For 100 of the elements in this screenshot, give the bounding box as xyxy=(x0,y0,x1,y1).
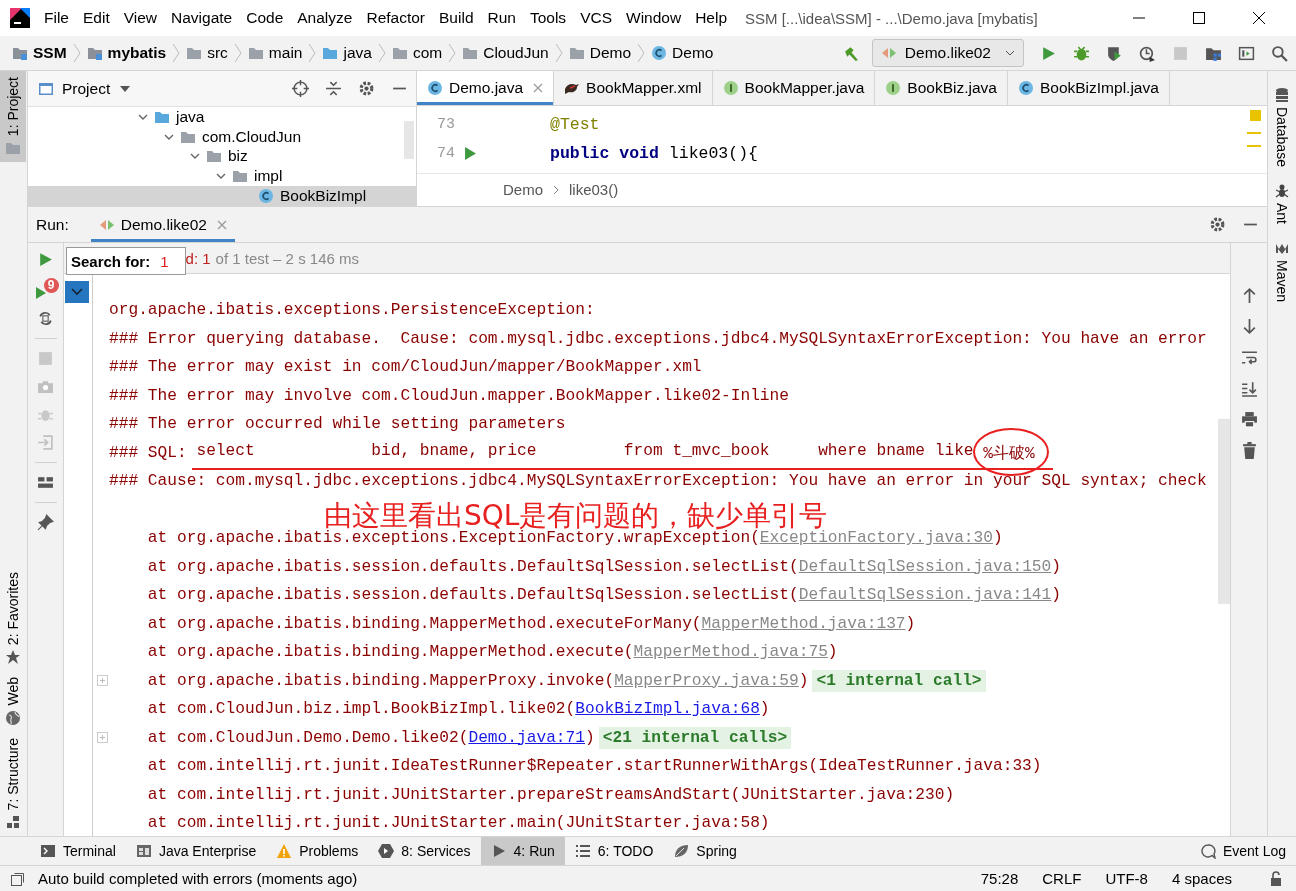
breadcrumb-item[interactable]: java xyxy=(322,44,372,62)
soft-wrap-icon[interactable] xyxy=(1240,349,1258,366)
menu-item[interactable]: Help xyxy=(695,9,728,27)
breadcrumb-item[interactable]: Demo xyxy=(503,181,543,199)
settings-icon[interactable] xyxy=(358,80,375,97)
delete-icon[interactable] xyxy=(1240,442,1258,459)
editor-tab[interactable]: BookMapper.xml xyxy=(554,71,713,106)
menu-item[interactable]: Build xyxy=(439,9,474,27)
tree-item[interactable]: com.CloudJun xyxy=(202,127,302,146)
tool-window-button[interactable]: Ant xyxy=(1274,180,1290,234)
rerun-icon[interactable] xyxy=(37,251,54,268)
warning-marker[interactable] xyxy=(1247,132,1261,135)
tool-window-button[interactable]: Database xyxy=(1274,85,1290,177)
tool-window-button[interactable]: Terminal xyxy=(30,837,126,865)
menu-item[interactable]: Tools xyxy=(529,9,567,27)
debug-icon[interactable] xyxy=(1073,44,1090,62)
editor-tab[interactable]: BookMapper.java xyxy=(712,71,876,106)
close-icon[interactable] xyxy=(1252,11,1266,25)
event-log-button[interactable]: Event Log xyxy=(1189,837,1296,865)
menu-item[interactable]: View xyxy=(123,9,158,27)
status-item[interactable]: 75:28 xyxy=(980,870,1019,887)
status-item[interactable]: CRLF xyxy=(1042,870,1082,887)
breadcrumb-item[interactable]: Demo xyxy=(651,44,714,62)
tool-window-button[interactable]: Web xyxy=(0,671,26,732)
source-link[interactable]: Demo.java:71 xyxy=(468,728,585,747)
breadcrumb-item[interactable]: like03() xyxy=(569,181,619,199)
layout-icon[interactable] xyxy=(1238,44,1255,62)
scrollbar[interactable] xyxy=(1218,419,1230,604)
panel-toggle-icon[interactable] xyxy=(10,870,26,887)
scroll-to-end-icon[interactable] xyxy=(1240,380,1258,397)
warning-marker[interactable] xyxy=(1250,110,1261,122)
breadcrumb-item[interactable]: com xyxy=(391,44,443,62)
maximize-icon[interactable] xyxy=(1192,11,1206,25)
source-link[interactable]: MapperMethod.java:137 xyxy=(701,614,906,633)
lock-icon[interactable] xyxy=(1268,870,1284,887)
scrollbar[interactable] xyxy=(404,121,414,159)
breadcrumb-item[interactable]: main xyxy=(247,44,303,62)
tool-window-button[interactable]: Java Enterprise xyxy=(125,837,267,865)
tool-window-button[interactable]: Spring xyxy=(663,837,747,865)
tool-window-button[interactable]: Problems xyxy=(266,837,369,865)
menu-item[interactable]: VCS xyxy=(580,9,612,27)
stack-frame: at org.apache.ibatis.session.defaults.DefaultSqlSession.selectList( xyxy=(109,557,799,576)
profiler-icon[interactable] xyxy=(1139,44,1156,62)
breadcrumb-item[interactable]: mybatis xyxy=(86,44,167,62)
menu-item[interactable]: Refactor xyxy=(366,9,426,27)
run-tab[interactable]: Demo.like02 xyxy=(90,207,235,242)
tree-item[interactable]: impl xyxy=(254,167,283,186)
breadcrumb-item[interactable]: CloudJun xyxy=(462,44,549,62)
target-icon[interactable] xyxy=(292,80,309,97)
run-gutter-icon[interactable] xyxy=(465,147,476,161)
coverage-icon[interactable] xyxy=(1106,44,1123,62)
layout-icon[interactable] xyxy=(37,474,54,491)
menu-item[interactable]: Edit xyxy=(83,9,110,27)
menu-item[interactable]: Code xyxy=(246,9,284,27)
pin-icon[interactable] xyxy=(37,514,54,531)
source-link[interactable]: MapperMethod.java:75 xyxy=(633,643,828,662)
tree-item[interactable]: biz xyxy=(228,147,248,166)
tool-window-button[interactable]: 6: TODO xyxy=(564,837,664,865)
tool-window-button[interactable]: 7: Structure xyxy=(0,731,26,836)
menu-item[interactable]: Analyze xyxy=(297,9,353,27)
menu-item[interactable]: Run xyxy=(487,9,516,27)
run-configuration-dropdown[interactable]: Demo.like02 xyxy=(871,39,1024,67)
source-link[interactable]: ExceptionFactory.java:30 xyxy=(759,529,993,548)
breadcrumb-item[interactable]: SSM xyxy=(12,44,67,62)
run-icon[interactable] xyxy=(1040,44,1057,62)
menu-item[interactable]: File xyxy=(44,9,69,27)
collapse-toggle-icon[interactable] xyxy=(65,281,89,303)
status-item[interactable]: UTF-8 xyxy=(1105,870,1148,887)
tool-window-button[interactable]: 2: Favorites xyxy=(0,565,26,672)
tool-window-button[interactable]: 8: Services xyxy=(368,837,481,865)
source-link[interactable]: DefaultSqlSession.java:150 xyxy=(798,557,1052,576)
source-link[interactable]: DefaultSqlSession.java:141 xyxy=(798,586,1052,605)
breadcrumb-item[interactable]: Demo xyxy=(568,44,632,62)
rerun-failed-button[interactable]: 9 xyxy=(35,279,56,299)
editor-tab[interactable]: BookBiz.java xyxy=(875,71,1008,106)
hammer-icon[interactable] xyxy=(842,44,860,62)
tool-window-button[interactable]: 4: Run xyxy=(480,837,565,865)
services-icon xyxy=(378,843,395,859)
menu-item[interactable]: Window xyxy=(626,9,682,27)
toggle-icon[interactable] xyxy=(37,310,54,327)
search-popup[interactable]: Search for: 1 xyxy=(66,247,186,275)
print-icon[interactable] xyxy=(1240,411,1258,428)
warning-marker[interactable] xyxy=(1247,145,1261,148)
breadcrumb-item[interactable]: src xyxy=(186,44,228,62)
source-link[interactable]: BookBizImpl.java:68 xyxy=(575,700,760,719)
collapse-icon[interactable] xyxy=(325,80,342,97)
tool-window-button[interactable]: Maven xyxy=(1274,237,1290,312)
editor-tab[interactable]: Demo.java xyxy=(417,71,555,106)
tool-window-button[interactable]: 1: Project xyxy=(0,71,26,163)
editor-tab[interactable]: BookBizImpl.java xyxy=(1007,71,1170,106)
search-icon[interactable] xyxy=(1271,44,1288,62)
status-item[interactable]: 4 spaces xyxy=(1171,870,1232,887)
tree-item[interactable]: java xyxy=(176,107,205,126)
source-link[interactable]: MapperProxy.java:59 xyxy=(614,671,799,690)
caret-icon[interactable] xyxy=(120,85,131,92)
settings-icon[interactable] xyxy=(1209,216,1226,233)
panel-title[interactable]: Project xyxy=(62,79,111,98)
internal-calls-badge[interactable]: <21 internal calls> xyxy=(598,726,792,749)
menu-item[interactable]: Navigate xyxy=(171,9,233,27)
internal-calls-badge[interactable]: <1 internal call> xyxy=(812,669,986,692)
